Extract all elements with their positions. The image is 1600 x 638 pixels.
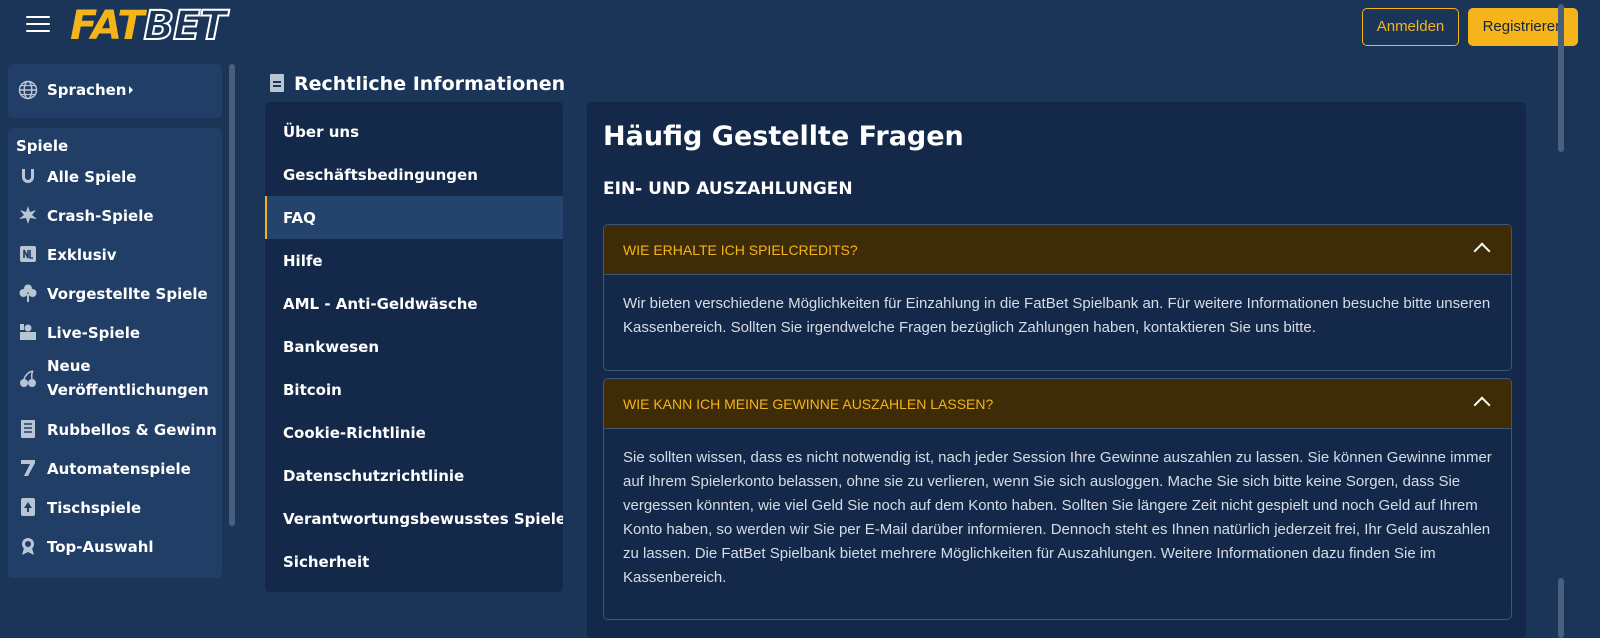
sidebar-item-label: Live-Spiele — [47, 324, 141, 342]
sidebar-item-label: Vorgestellte Spiele — [47, 285, 208, 303]
fatbet-logo[interactable]: FATBET — [70, 3, 228, 49]
sidebar-item-label: Automatenspiele — [47, 460, 191, 478]
sidebar-item-slots[interactable]: Automatenspiele — [8, 450, 222, 488]
legal-section-title: Rechtliche Informationen — [270, 72, 565, 96]
horseshoe-icon — [22, 169, 34, 183]
seven-icon — [21, 460, 35, 476]
page-scrollbar[interactable] — [1558, 4, 1564, 152]
language-selector[interactable]: Sprachen — [8, 64, 222, 118]
faq-content-panel: Häufig Gestellte Fragen EIN- UND AUSZAHL… — [587, 102, 1526, 638]
legal-item-privacy[interactable]: Datenschutzrichtlinie — [265, 454, 563, 497]
legal-item-responsible-gaming[interactable]: Verantwortungsbewusstes Spielen — [265, 497, 563, 540]
page-scrollbar-lower[interactable] — [1558, 578, 1564, 638]
card-spade-icon — [21, 498, 35, 516]
faq-item: WIE KANN ICH MEINE GEWINNE AUSZAHLEN LAS… — [603, 378, 1512, 620]
sidebar-item-label: Top-Auswahl — [47, 538, 154, 556]
caret-right-icon — [129, 86, 133, 94]
legal-item-about[interactable]: Über uns — [265, 110, 563, 153]
sidebar-item-live-games[interactable]: Live-Spiele — [8, 314, 222, 352]
hamburger-menu-icon[interactable] — [26, 14, 50, 34]
faq-question: WIE ERHALTE ICH SPIELCREDITS? — [623, 242, 858, 258]
sidebar-games-menu: Spiele Alle Spiele Crash-Spiele Exklusiv… — [8, 128, 222, 578]
chevron-up-icon — [1473, 242, 1491, 260]
games-heading: Spiele — [16, 137, 69, 155]
burst-icon — [19, 206, 37, 224]
sidebar-item-featured[interactable]: Vorgestellte Spiele — [8, 275, 222, 313]
sidebar-item-table-games[interactable]: Tischspiele — [8, 489, 222, 527]
faq-question-toggle[interactable]: WIE ERHALTE ICH SPIELCREDITS? — [604, 225, 1511, 275]
legal-item-bitcoin[interactable]: Bitcoin — [265, 368, 563, 411]
chevron-up-icon — [1473, 396, 1491, 414]
sidebar-item-label: Alle Spiele — [47, 168, 137, 186]
sidebar-scrollbar[interactable] — [229, 64, 235, 526]
faq-question-toggle[interactable]: WIE KANN ICH MEINE GEWINNE AUSZAHLEN LAS… — [604, 379, 1511, 429]
legal-item-aml[interactable]: AML - Anti-Geldwäsche — [265, 282, 563, 325]
globe-icon — [18, 80, 38, 100]
sidebar-item-label: Neue Veröffentlichungen — [47, 357, 209, 399]
page-title: Häufig Gestellte Fragen — [603, 121, 964, 152]
sidebar-item-scratch[interactable]: Rubbellos & Gewinn — [8, 411, 222, 449]
faq-item: WIE ERHALTE ICH SPIELCREDITS? Wir bieten… — [603, 224, 1512, 371]
legal-item-security[interactable]: Sicherheit — [265, 540, 563, 583]
exclusive-icon — [20, 246, 36, 262]
legal-item-faq[interactable]: FAQ — [265, 196, 563, 239]
scratch-card-icon — [21, 420, 35, 438]
legal-item-help[interactable]: Hilfe — [265, 239, 563, 282]
sidebar-item-label: Tischspiele — [47, 499, 142, 517]
sidebar-item-all-games[interactable]: Alle Spiele — [8, 158, 222, 196]
faq-answer: Sie sollten wissen, dass es nicht notwen… — [604, 429, 1511, 619]
faq-question: WIE KANN ICH MEINE GEWINNE AUSZAHLEN LAS… — [623, 396, 994, 412]
sidebar-item-crash-games[interactable]: Crash-Spiele — [8, 197, 222, 235]
legal-item-terms[interactable]: Geschäftsbedingungen — [265, 153, 563, 196]
login-button[interactable]: Anmelden — [1362, 8, 1459, 46]
legal-item-banking[interactable]: Bankwesen — [265, 325, 563, 368]
sidebar-item-label: Rubbellos & Gewinn — [47, 421, 217, 439]
sidebar-item-label: Exklusiv — [47, 246, 117, 264]
sidebar-item-exclusive[interactable]: Exklusiv — [8, 236, 222, 274]
document-icon — [270, 74, 284, 92]
legal-item-cookie-policy[interactable]: Cookie-Richtlinie — [265, 411, 563, 454]
sidebar-item-top-picks[interactable]: Top-Auswahl — [8, 528, 222, 566]
top-header: FATBET Anmelden Registrieren — [0, 0, 1600, 52]
cherries-icon — [20, 370, 36, 387]
award-icon — [22, 538, 34, 555]
language-label: Sprachen — [47, 81, 127, 99]
section-heading: EIN- UND AUSZAHLUNGEN — [603, 179, 853, 199]
faq-answer: Wir bieten verschiedene Möglichkeiten fü… — [604, 275, 1511, 370]
sidebar-item-label: Crash-Spiele — [47, 207, 154, 225]
sidebar-item-new-releases[interactable]: Neue Veröffentlichungen — [8, 354, 222, 404]
legal-menu: Über uns Geschäftsbedingungen FAQ Hilfe … — [265, 102, 563, 592]
live-dealer-icon — [20, 324, 36, 340]
clover-icon — [19, 284, 37, 302]
